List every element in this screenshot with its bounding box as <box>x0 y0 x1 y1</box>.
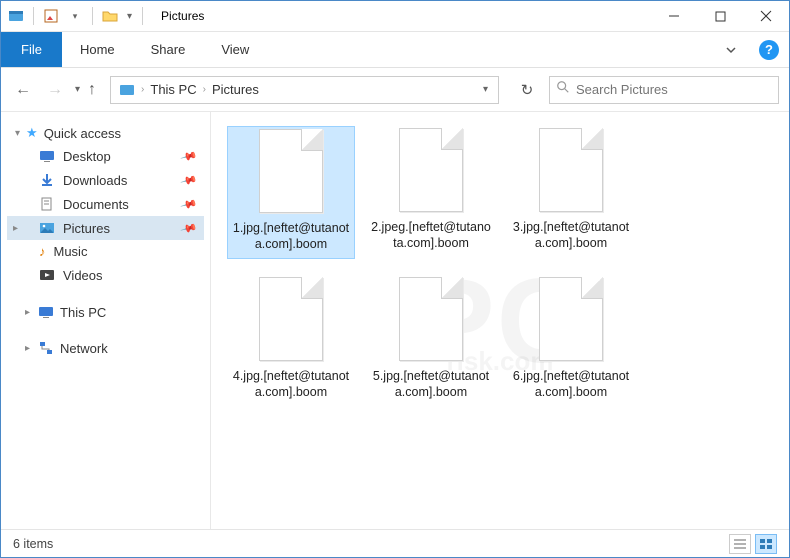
file-item[interactable]: 2.jpeg.[neftet@tutanota.com].boom <box>367 126 495 259</box>
address-dropdown-icon[interactable]: ▾ <box>477 84 494 95</box>
file-label: 5.jpg.[neftet@tutanota.com].boom <box>367 367 495 406</box>
file-view[interactable]: PC risk.com 1.jpg.[neftet@tutanota.com].… <box>211 112 789 529</box>
window-controls <box>651 1 789 31</box>
file-icon <box>393 275 469 363</box>
sidebar-item-videos[interactable]: Videos <box>7 263 204 287</box>
desktop-icon <box>39 148 55 164</box>
chevron-right-icon[interactable]: ▸ <box>25 307 30 318</box>
folder-qat-icon[interactable] <box>99 5 121 27</box>
sidebar-item-label: Downloads <box>63 173 127 188</box>
breadcrumb[interactable]: Pictures <box>208 82 263 97</box>
videos-icon <box>39 267 55 283</box>
sidebar-label: Network <box>60 341 108 356</box>
navbar: ← → ▾ ↑ › This PC › Pictures ▾ ↻ <box>1 68 789 112</box>
pin-icon: 📌 <box>180 195 198 213</box>
up-button[interactable]: ↑ <box>88 81 96 99</box>
file-label: 1.jpg.[neftet@tutanota.com].boom <box>228 219 354 258</box>
sidebar-item-label: Documents <box>63 197 129 212</box>
monitor-icon <box>38 304 54 320</box>
pin-icon: 📌 <box>180 171 198 189</box>
qat-overflow-icon[interactable]: ▾ <box>123 11 136 22</box>
sidebar-item-label: Music <box>54 244 88 259</box>
chevron-right-icon[interactable]: › <box>201 84 208 95</box>
separator <box>92 7 93 25</box>
details-view-button[interactable] <box>729 534 751 554</box>
file-icon <box>533 275 609 363</box>
music-icon: ♪ <box>39 244 46 259</box>
window-title: Pictures <box>161 9 204 23</box>
view-mode-switch <box>729 534 777 554</box>
search-input[interactable] <box>576 82 772 97</box>
tab-share[interactable]: Share <box>133 32 204 67</box>
sidebar-item-label: Desktop <box>63 149 111 164</box>
file-item[interactable]: 3.jpg.[neftet@tutanota.com].boom <box>507 126 635 259</box>
history-dropdown-icon[interactable]: ▾ <box>75 84 80 95</box>
address-bar[interactable]: › This PC › Pictures ▾ <box>110 76 499 104</box>
sidebar-item-pictures[interactable]: ▸ Pictures 📌 <box>7 216 204 240</box>
file-icon <box>253 275 329 363</box>
file-item[interactable]: 6.jpg.[neftet@tutanota.com].boom <box>507 275 635 406</box>
pictures-icon <box>39 220 55 236</box>
file-icon <box>253 127 329 215</box>
network-icon <box>38 340 54 356</box>
titlebar: ▾ ▾ Pictures <box>1 1 789 32</box>
file-label: 3.jpg.[neftet@tutanota.com].boom <box>507 218 635 257</box>
file-item[interactable]: 5.jpg.[neftet@tutanota.com].boom <box>367 275 495 406</box>
file-item[interactable]: 4.jpg.[neftet@tutanota.com].boom <box>227 275 355 406</box>
chevron-right-icon[interactable]: ▸ <box>13 223 18 234</box>
app-icon <box>5 5 27 27</box>
maximize-button[interactable] <box>697 1 743 31</box>
sidebar-item-music[interactable]: ♪ Music <box>7 240 204 263</box>
chevron-right-icon[interactable]: ▸ <box>25 343 30 354</box>
close-button[interactable] <box>743 1 789 31</box>
chevron-down-icon[interactable]: ▾ <box>15 128 20 139</box>
separator <box>142 7 143 25</box>
search-icon <box>556 80 570 99</box>
file-icon <box>533 126 609 214</box>
minimize-button[interactable] <box>651 1 697 31</box>
sidebar-item-label: Videos <box>63 268 103 283</box>
sidebar-network[interactable]: ▸ Network <box>7 337 204 359</box>
chevron-right-icon[interactable]: › <box>139 84 146 95</box>
statusbar: 6 items <box>1 529 789 557</box>
sidebar-this-pc[interactable]: ▸ This PC <box>7 301 204 323</box>
icons-view-button[interactable] <box>755 534 777 554</box>
pin-icon: 📌 <box>180 147 198 165</box>
properties-qat-icon[interactable] <box>40 5 62 27</box>
ribbon: File Home Share View ? <box>1 32 789 68</box>
file-label: 4.jpg.[neftet@tutanota.com].boom <box>227 367 355 406</box>
star-icon: ★ <box>26 125 38 141</box>
search-box[interactable] <box>549 76 779 104</box>
sidebar-label: Quick access <box>44 126 121 141</box>
refresh-button[interactable]: ↻ <box>513 76 541 104</box>
tab-home[interactable]: Home <box>62 32 133 67</box>
sidebar: ▾ ★ Quick access Desktop 📌 Downloads 📌 D… <box>1 112 211 529</box>
sidebar-item-desktop[interactable]: Desktop 📌 <box>7 144 204 168</box>
content-area: ▾ ★ Quick access Desktop 📌 Downloads 📌 D… <box>1 112 789 529</box>
item-count: 6 items <box>13 537 53 551</box>
pin-icon: 📌 <box>180 219 198 237</box>
forward-button[interactable]: → <box>43 78 67 102</box>
ribbon-expand-icon[interactable] <box>713 32 749 67</box>
breadcrumb[interactable]: This PC <box>146 82 200 97</box>
downloads-icon <box>39 172 55 188</box>
help-button[interactable]: ? <box>749 32 789 67</box>
back-button[interactable]: ← <box>11 78 35 102</box>
separator <box>33 7 34 25</box>
file-label: 2.jpeg.[neftet@tutanota.com].boom <box>367 218 495 257</box>
sidebar-item-label: Pictures <box>63 221 110 236</box>
tab-view[interactable]: View <box>203 32 267 67</box>
file-item[interactable]: 1.jpg.[neftet@tutanota.com].boom <box>227 126 355 259</box>
file-tab[interactable]: File <box>1 32 62 67</box>
sidebar-item-documents[interactable]: Documents 📌 <box>7 192 204 216</box>
breadcrumb-root-icon[interactable] <box>115 82 139 98</box>
documents-icon <box>39 196 55 212</box>
sidebar-item-downloads[interactable]: Downloads 📌 <box>7 168 204 192</box>
sidebar-label: This PC <box>60 305 106 320</box>
qat-dropdown-icon[interactable]: ▾ <box>64 5 86 27</box>
file-icon <box>393 126 469 214</box>
file-label: 6.jpg.[neftet@tutanota.com].boom <box>507 367 635 406</box>
sidebar-quick-access[interactable]: ▾ ★ Quick access <box>7 122 204 144</box>
